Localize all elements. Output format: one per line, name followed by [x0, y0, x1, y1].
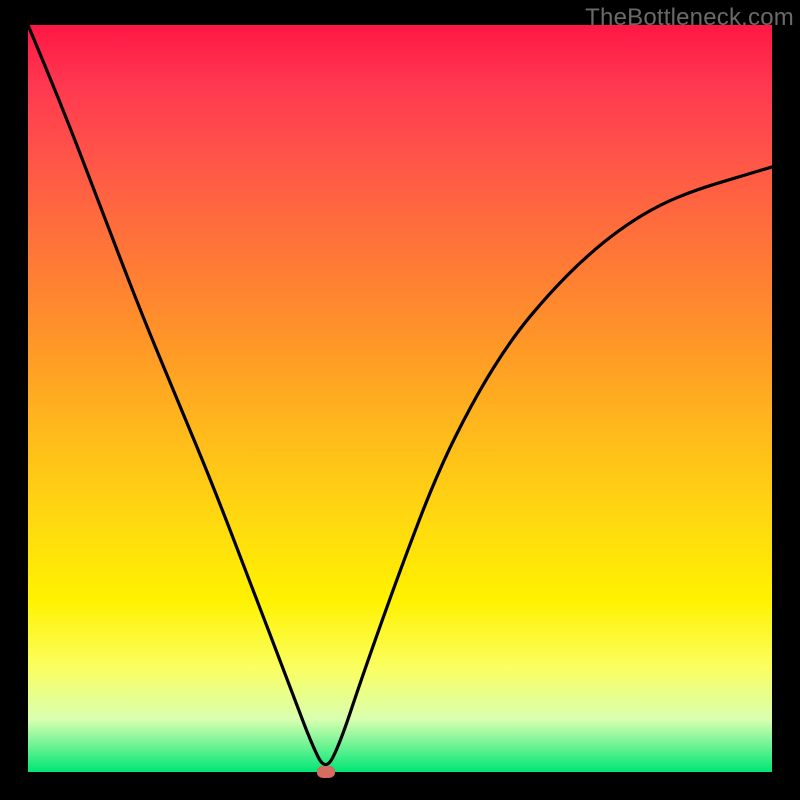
bottleneck-curve: [28, 25, 772, 772]
chart-plot-area: [28, 25, 772, 772]
optimal-point-marker: [317, 766, 335, 778]
watermark-text: TheBottleneck.com: [585, 4, 794, 32]
